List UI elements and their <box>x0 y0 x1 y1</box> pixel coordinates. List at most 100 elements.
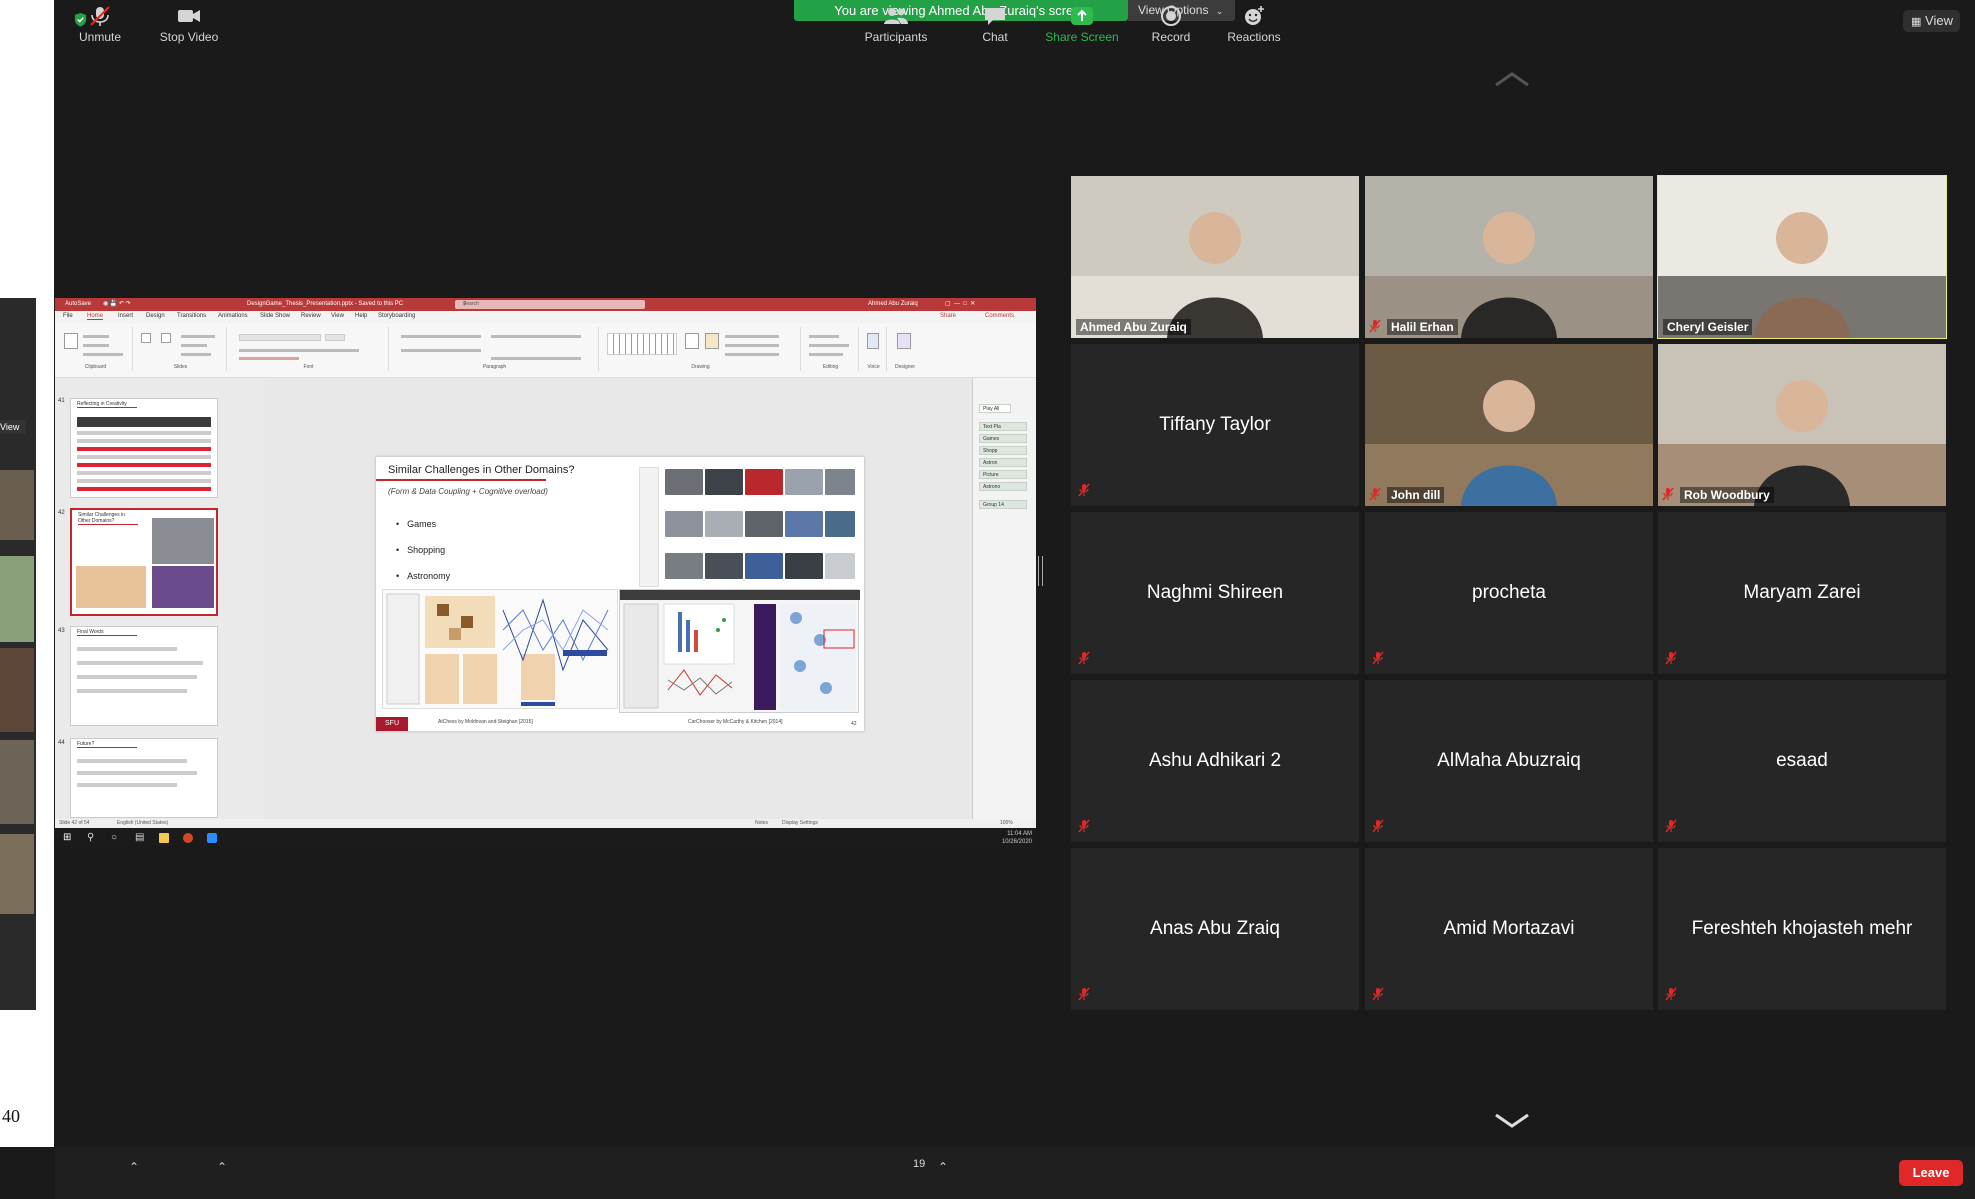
chat-button[interactable]: Chat <box>975 5 1015 49</box>
participant-tile[interactable]: Fereshteh khojasteh mehr <box>1658 848 1946 1010</box>
participant-tile[interactable]: AlMaha Abuzraiq <box>1365 680 1653 842</box>
smartart-button[interactable] <box>491 357 581 360</box>
layout-icon[interactable] <box>181 335 215 338</box>
animation-item[interactable]: Shopp <box>979 446 1027 455</box>
ribbon-group-clipboard[interactable]: Clipboard <box>59 327 133 371</box>
font-format-buttons[interactable] <box>239 349 359 352</box>
participant-tile[interactable]: Tiffany Taylor <box>1071 344 1359 506</box>
participant-tile[interactable]: Cheryl Geisler <box>1657 175 1947 339</box>
powerpoint-icon[interactable] <box>183 833 193 843</box>
ppt-comments-button[interactable]: Comments <box>985 313 1014 319</box>
gallery-next-page-chevron-down-icon[interactable] <box>1494 1112 1530 1130</box>
participant-tile[interactable]: Amid Mortazavi <box>1365 848 1653 1010</box>
ppt-menu-home[interactable]: Home <box>87 313 104 320</box>
find-button[interactable] <box>809 335 839 338</box>
slide-image-astronomy-visualization[interactable] <box>619 589 860 713</box>
participant-tile[interactable]: Naghmi Shireen <box>1071 512 1359 674</box>
participants-button[interactable]: Participants <box>860 5 932 49</box>
participant-tile[interactable]: Ahmed Abu Zuraiq <box>1071 176 1359 338</box>
language-indicator[interactable]: English (United States) <box>117 819 168 828</box>
view-layout-button[interactable]: ▦ View <box>1903 10 1960 32</box>
record-button[interactable]: Record <box>1146 5 1196 49</box>
format-painter-icon[interactable] <box>83 353 123 356</box>
audio-options-caret-icon[interactable]: ⌃ <box>129 1160 139 1199</box>
ppt-menu-review[interactable]: Review <box>301 313 321 319</box>
slide-thumbnail-43[interactable]: Final Words <box>70 626 218 726</box>
slide-thumbnail-41[interactable]: Reflecting in Creativity <box>70 398 218 498</box>
play-all-button[interactable]: Play All <box>979 404 1011 413</box>
slide-bullet-shopping[interactable]: Shopping <box>396 545 445 555</box>
window-controls-icon[interactable]: ▢ — □ ✕ <box>945 298 975 311</box>
animation-item[interactable]: Group 14 <box>979 500 1027 509</box>
reset-icon[interactable] <box>181 344 207 347</box>
shape-fill-button[interactable] <box>725 335 779 338</box>
slide-title[interactable]: Similar Challenges in Other Domains? <box>388 464 574 476</box>
search-icon[interactable]: ⚲ <box>87 833 97 843</box>
ppt-menu-help[interactable]: Help <box>355 313 367 319</box>
font-family-select[interactable] <box>239 334 321 341</box>
participant-tile[interactable]: Rob Woodbury <box>1658 344 1946 506</box>
ribbon-group-font[interactable]: Font <box>229 327 389 371</box>
paste-icon[interactable] <box>64 333 78 349</box>
participant-tile[interactable]: procheta <box>1365 512 1653 674</box>
ppt-menu-animations[interactable]: Animations <box>218 313 248 319</box>
slide-thumbnail-42-selected[interactable]: Similar Challenges in Other Domains? <box>70 508 218 616</box>
zoom-level[interactable]: 100% <box>1000 819 1013 828</box>
animation-pane[interactable]: Play All Text Pla Games Shopp Astron Pic… <box>972 378 1036 819</box>
slide-image-chess-visualization[interactable] <box>382 589 618 709</box>
participants-options-caret-icon[interactable]: ⌃ <box>938 1160 948 1199</box>
animation-item[interactable]: Text Pla <box>979 422 1027 431</box>
animation-item[interactable]: Picture <box>979 470 1027 479</box>
slide-thumbnail-44[interactable]: Future? <box>70 738 218 818</box>
list-buttons[interactable] <box>401 335 481 338</box>
shape-effects-button[interactable] <box>725 353 779 356</box>
font-color-buttons[interactable] <box>239 357 299 360</box>
shape-outline-button[interactable] <box>725 344 779 347</box>
ribbon-group-drawing[interactable]: Drawing <box>601 327 801 371</box>
video-options-caret-icon[interactable]: ⌃ <box>217 1160 227 1199</box>
slide-bullet-astronomy[interactable]: Astronomy <box>396 571 450 581</box>
participant-tile[interactable]: Halil Erhan <box>1365 176 1653 338</box>
autosave-toggle-icon[interactable]: ◉ 💾 ↶ ↷ <box>103 298 131 311</box>
ribbon-group-editing[interactable]: Editing <box>803 327 859 371</box>
share-screen-button[interactable]: Share Screen <box>1040 5 1124 49</box>
ppt-menu-view[interactable]: View <box>331 313 344 319</box>
text-direction-buttons[interactable] <box>491 335 581 338</box>
ppt-menu-transitions[interactable]: Transitions <box>177 313 206 319</box>
ribbon-group-paragraph[interactable]: Paragraph <box>391 327 599 371</box>
reuse-slide-icon[interactable] <box>161 333 171 343</box>
design-ideas-icon[interactable] <box>897 333 911 349</box>
unmute-button[interactable]: Unmute <box>72 5 128 49</box>
zoom-app-icon[interactable] <box>207 833 217 843</box>
display-settings-button[interactable]: Display Settings <box>782 819 818 828</box>
participant-tile[interactable]: Anas Abu Zraiq <box>1071 848 1359 1010</box>
windows-start-icon[interactable]: ⊞ <box>63 833 73 843</box>
animation-item[interactable]: Games <box>979 434 1027 443</box>
cut-icon[interactable] <box>83 335 109 338</box>
notes-button[interactable]: Notes <box>755 819 768 828</box>
ppt-menu-storyboarding[interactable]: Storyboarding <box>378 313 415 319</box>
ppt-menu-insert[interactable]: Insert <box>118 313 133 319</box>
arrange-icon[interactable] <box>685 333 699 349</box>
animation-item[interactable]: Astrono <box>979 482 1027 491</box>
slide-thumbnail-pane[interactable]: 41 Reflecting in Creativity 42 Similar C… <box>55 378 265 819</box>
stop-video-button[interactable]: Stop Video <box>152 5 226 49</box>
split-view-resize-handle[interactable] <box>1038 556 1043 586</box>
ribbon-group-designer[interactable]: Designer <box>889 327 921 371</box>
ppt-menu-file[interactable]: File <box>63 313 73 319</box>
ribbon-group-voice[interactable]: Voice <box>861 327 887 371</box>
participant-tile[interactable]: Ashu Adhikari 2 <box>1071 680 1359 842</box>
new-slide-icon[interactable] <box>141 333 151 343</box>
shapes-gallery[interactable] <box>607 333 677 355</box>
reactions-button[interactable]: Reactions <box>1222 5 1286 49</box>
participant-tile[interactable]: esaad <box>1658 680 1946 842</box>
gallery-previous-page-chevron-up-icon[interactable] <box>1494 70 1530 88</box>
ribbon-group-slides[interactable]: Slides <box>135 327 227 371</box>
slide-bullet-games[interactable]: Games <box>396 519 436 529</box>
animation-item[interactable]: Astron <box>979 458 1027 467</box>
copy-icon[interactable] <box>83 344 109 347</box>
select-button[interactable] <box>809 353 843 356</box>
participant-tile[interactable]: John dill <box>1365 344 1653 506</box>
cortana-icon[interactable]: ○ <box>111 833 121 843</box>
slide-subtitle[interactable]: (Form & Data Coupling + Cognitive overlo… <box>388 487 548 496</box>
